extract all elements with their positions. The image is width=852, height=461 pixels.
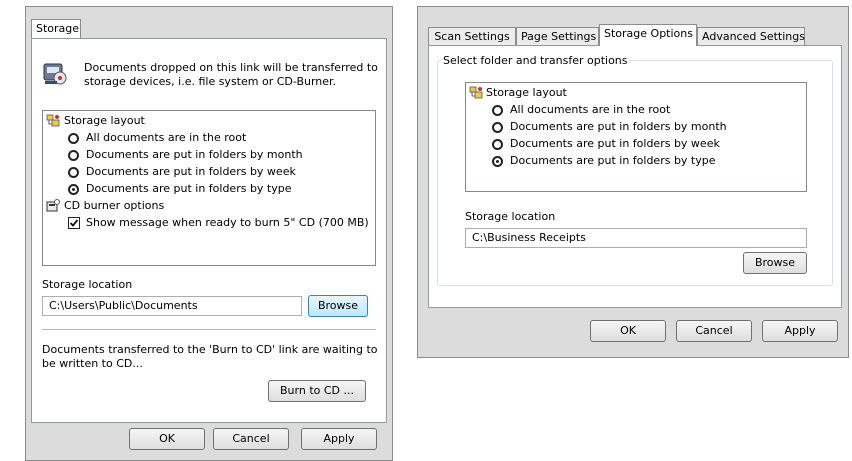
layout-option-type[interactable]: Documents are put in folders by type — [510, 153, 716, 169]
radio-layout-root[interactable] — [68, 133, 79, 144]
tab-storage[interactable]: Storage — [31, 19, 81, 38]
layout-option-root[interactable]: All documents are in the root — [86, 130, 246, 146]
tab-scan-settings[interactable]: Scan Settings — [428, 27, 516, 46]
layout-option-type[interactable]: Documents are put in folders by type — [86, 181, 292, 197]
left-storage-dialog: Storage Documents dropped on this link w… — [25, 6, 393, 461]
radio-layout-week[interactable] — [492, 139, 503, 150]
radio-layout-month[interactable] — [492, 122, 503, 133]
ok-button[interactable]: OK — [129, 428, 205, 450]
radio-layout-month[interactable] — [68, 150, 79, 161]
storage-options-page: Select folder and transfer options Stora… — [428, 45, 842, 308]
browse-button[interactable]: Browse — [743, 252, 807, 274]
cd-burner-options-label: CD burner options — [64, 199, 165, 212]
browse-button[interactable]: Browse — [308, 295, 368, 317]
cancel-button[interactable]: Cancel — [213, 428, 289, 450]
layout-option-month[interactable]: Documents are put in folders by month — [510, 119, 727, 135]
storage-location-label: Storage location — [42, 278, 133, 291]
cd-message-checkbox[interactable] — [68, 217, 80, 229]
group-label: Select folder and transfer options — [441, 54, 630, 67]
cd-message-option[interactable]: Show message when ready to burn 5" CD (7… — [86, 215, 369, 231]
cd-burner-icon — [46, 199, 60, 213]
burn-text-line-2: be written to CD... — [42, 357, 143, 370]
storage-location-field[interactable]: C:\Business Receipts — [465, 228, 807, 248]
storage-devices-icon — [42, 60, 68, 86]
layout-option-root[interactable]: All documents are in the root — [510, 102, 670, 118]
layout-option-week[interactable]: Documents are put in folders by week — [86, 164, 296, 180]
layout-option-week[interactable]: Documents are put in folders by week — [510, 136, 720, 152]
radio-layout-root[interactable] — [492, 105, 503, 116]
ok-button[interactable]: OK — [590, 320, 666, 342]
storage-options-list[interactable]: Storage layout All documents are in the … — [42, 110, 376, 266]
cancel-button[interactable]: Cancel — [676, 320, 752, 342]
storage-layout-label: Storage layout — [486, 86, 567, 99]
radio-layout-type[interactable] — [492, 156, 503, 167]
tab-page-settings[interactable]: Page Settings — [516, 27, 599, 46]
right-storage-options-dialog: Scan Settings Page Settings Storage Opti… — [417, 6, 849, 358]
tab-storage-options[interactable]: Storage Options — [599, 24, 697, 46]
separator — [42, 329, 376, 330]
storage-location-field[interactable]: C:\Users\Public\Documents — [42, 296, 302, 316]
intro-text-line-2: storage devices, i.e. file system or CD-… — [84, 75, 337, 88]
tab-advanced-settings[interactable]: Advanced Settings — [697, 27, 805, 46]
burn-to-cd-button[interactable]: Burn to CD ... — [268, 380, 366, 402]
storage-location-label: Storage location — [465, 210, 556, 223]
radio-layout-week[interactable] — [68, 167, 79, 178]
storage-layout-list[interactable]: Storage layout All documents are in the … — [465, 82, 807, 192]
storage-tab-page: Documents dropped on this link will be t… — [31, 38, 387, 423]
folder-tree-icon — [469, 86, 483, 99]
burn-text-line-1: Documents transferred to the 'Burn to CD… — [42, 343, 378, 356]
storage-layout-label: Storage layout — [64, 114, 145, 127]
layout-option-month[interactable]: Documents are put in folders by month — [86, 147, 303, 163]
intro-text-line-1: Documents dropped on this link will be t… — [84, 61, 378, 74]
folder-tree-icon — [46, 114, 60, 127]
apply-button[interactable]: Apply — [301, 428, 377, 450]
radio-layout-type[interactable] — [68, 184, 79, 195]
apply-button[interactable]: Apply — [762, 320, 838, 342]
